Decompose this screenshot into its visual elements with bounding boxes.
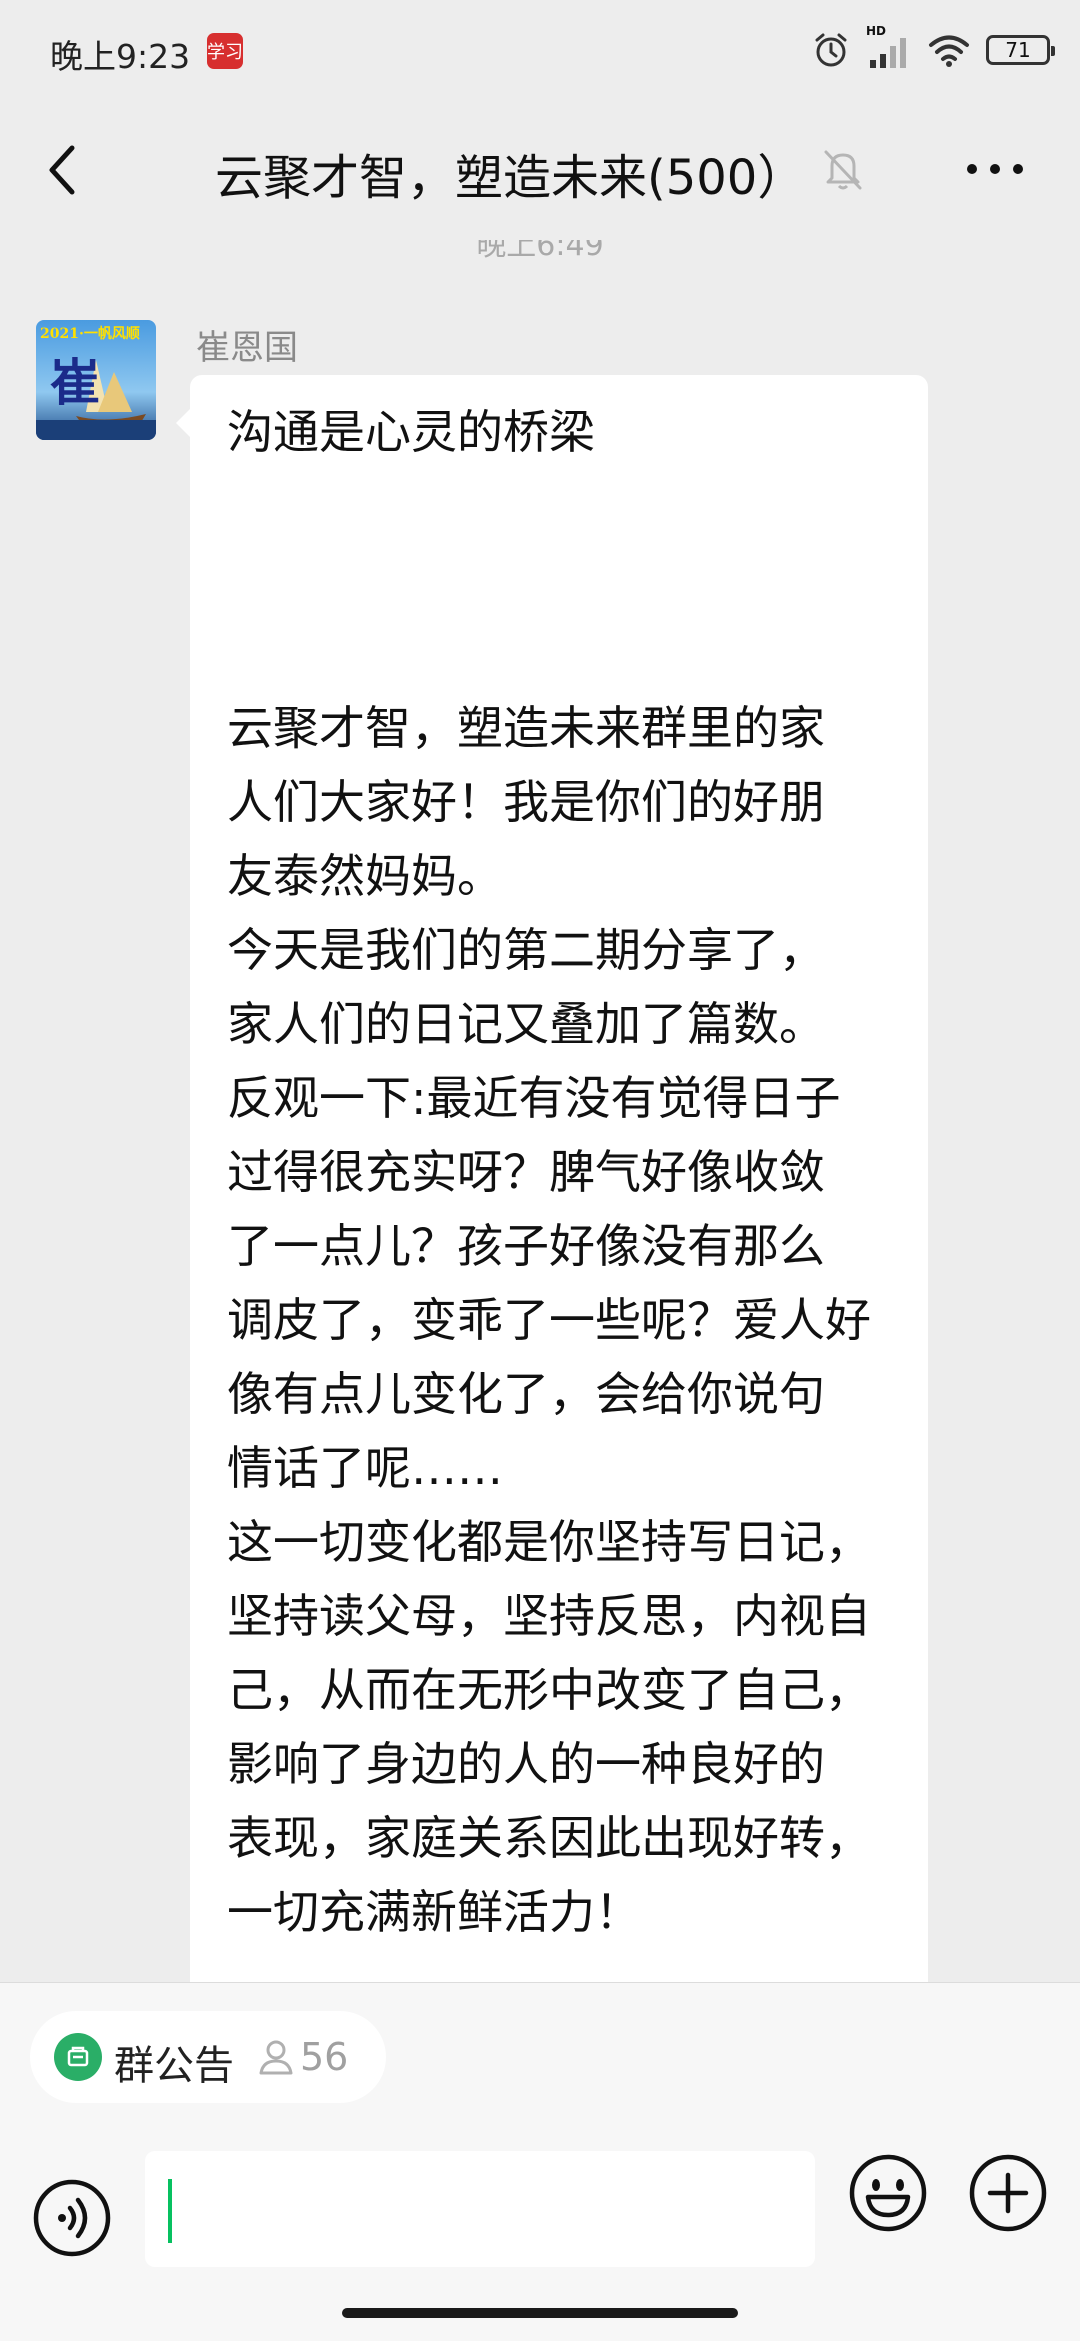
- message-line: 了一点儿？孩子好像没有那么: [227, 1219, 825, 1273]
- message-input[interactable]: [145, 2151, 815, 2267]
- alarm-icon: [815, 33, 847, 67]
- input-panel: 群公告 56: [0, 1982, 1080, 2341]
- plus-icon[interactable]: [968, 2153, 1048, 2233]
- message-line: 友泰然妈妈。: [227, 849, 503, 903]
- message-line: 过得很充实呀？脾气好像收敛: [227, 1145, 825, 1199]
- person-icon: [259, 2040, 293, 2075]
- avatar-banner-text: 2021·一帆风顺: [40, 325, 140, 342]
- signal-icon: HD: [866, 24, 912, 70]
- sender-name: 崔恩国: [196, 328, 298, 368]
- back-arrow-icon[interactable]: [38, 140, 88, 200]
- status-icons: HD 71: [812, 24, 1055, 72]
- chat-header: 云聚才智，塑造未来(500）: [0, 100, 1080, 240]
- message-line: 表现，家庭关系因此出现好转，: [227, 1811, 871, 1865]
- message-line: 坚持读父母，坚持反思，内视自: [227, 1589, 871, 1643]
- message-line: 云聚才智，塑造未来群里的家: [227, 701, 825, 755]
- message-line: 家人们的日记又叠加了篇数。: [227, 997, 825, 1051]
- message-line: 己，从而在无形中改变了自己，: [227, 1663, 871, 1717]
- message-line: 一切充满新鲜活力！: [227, 1885, 641, 1939]
- message-line: 像有点儿变化了，会给你说句: [227, 1367, 825, 1421]
- avatar[interactable]: 2021·一帆风顺 崔: [36, 320, 156, 440]
- battery-indicator: 71: [986, 35, 1055, 65]
- message-bubble[interactable]: 沟通是心灵的桥梁 云聚才智，塑造未来群里的家 人们大家好！我是你们的好朋 友泰然…: [176, 375, 928, 1982]
- message-line: 情话了呢……: [227, 1441, 503, 1495]
- group-notice-button[interactable]: 群公告 56: [30, 2011, 386, 2103]
- status-bar: 晚上9:23 学习 HD 71: [0, 0, 1080, 100]
- message-line: 影响了身边的人的一种良好的: [227, 1737, 825, 1791]
- message-timestamp: 晚上6:49: [476, 240, 604, 263]
- message-line: 这一切变化都是你坚持写日记，: [227, 1515, 871, 1569]
- status-time: 晚上9:23: [50, 37, 191, 76]
- message-line: 调皮了，变乖了一些呢？爱人好: [227, 1293, 871, 1347]
- app-notification-icon: 学习: [207, 33, 243, 69]
- message-line: 反观一下:最近有没有觉得日子: [227, 1071, 841, 1125]
- message-blank-gap: [227, 469, 892, 691]
- more-icon[interactable]: [960, 144, 1030, 194]
- message-line: 人们大家好！我是你们的好朋: [227, 775, 825, 829]
- text-caret: [168, 2179, 172, 2243]
- mute-bell-icon: [824, 150, 862, 190]
- chat-title[interactable]: 云聚才智，塑造未来(500）: [215, 138, 805, 208]
- avatar-char: 崔: [50, 353, 100, 412]
- emoji-icon[interactable]: [848, 2153, 928, 2233]
- message-first-line: 沟通是心灵的桥梁: [227, 405, 595, 459]
- notice-icon: [54, 2033, 102, 2081]
- message-line: 今天是我们的第二期分享了，: [227, 923, 825, 977]
- wifi-icon: [929, 35, 969, 67]
- home-indicator[interactable]: [342, 2308, 738, 2318]
- notice-label: 群公告: [114, 2043, 234, 2089]
- voice-icon[interactable]: [32, 2178, 112, 2258]
- chat-message-list[interactable]: 晚上6:49 2021·一帆风顺 崔 崔恩国 沟通是心灵的桥梁 云聚才智，塑造未…: [0, 240, 1080, 1982]
- member-count: 56: [300, 2035, 349, 2079]
- hd-label: HD: [866, 24, 887, 38]
